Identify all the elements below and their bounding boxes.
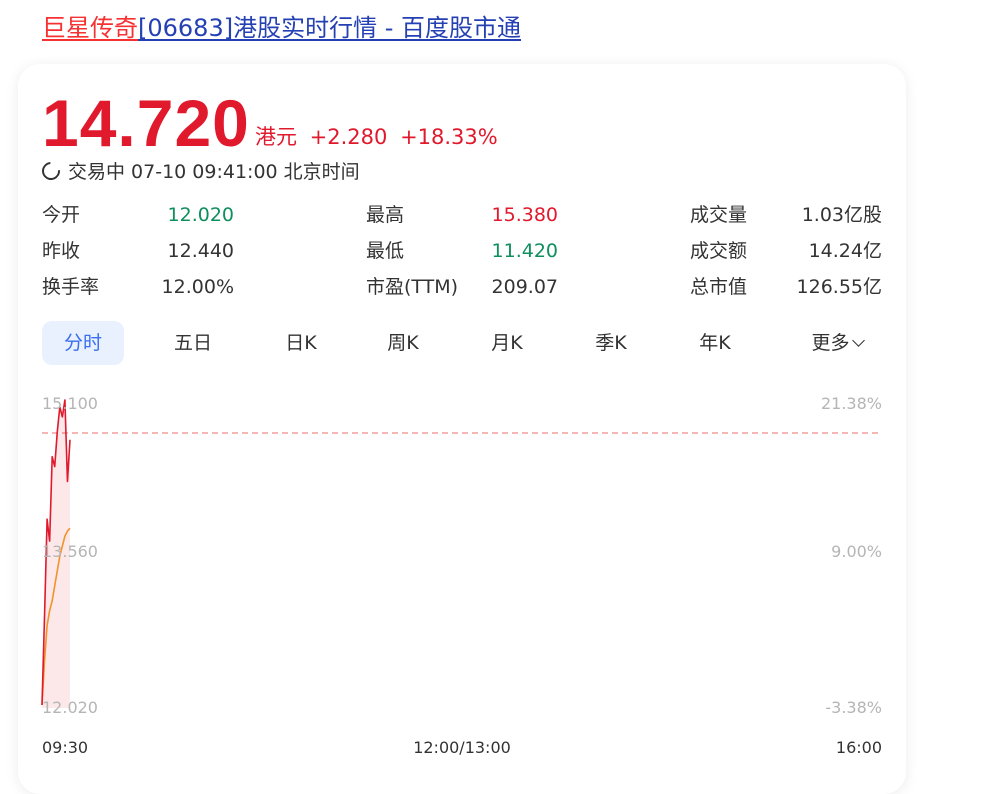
- y-right-tick-bottom: -3.38%: [825, 698, 882, 717]
- intraday-chart[interactable]: [0, 0, 981, 774]
- x-tick-open: 09:30: [42, 738, 89, 757]
- y-left-tick-bottom: 12.020: [42, 698, 98, 717]
- x-tick-close: 16:00: [835, 738, 882, 757]
- x-tick-midday: 12:00/13:00: [413, 738, 511, 757]
- y-left-tick-mid: 13.560: [42, 542, 98, 561]
- y-left-tick-top: 15.100: [42, 394, 98, 413]
- y-right-tick-top: 21.38%: [820, 394, 882, 413]
- y-right-tick-mid: 9.00%: [831, 542, 882, 561]
